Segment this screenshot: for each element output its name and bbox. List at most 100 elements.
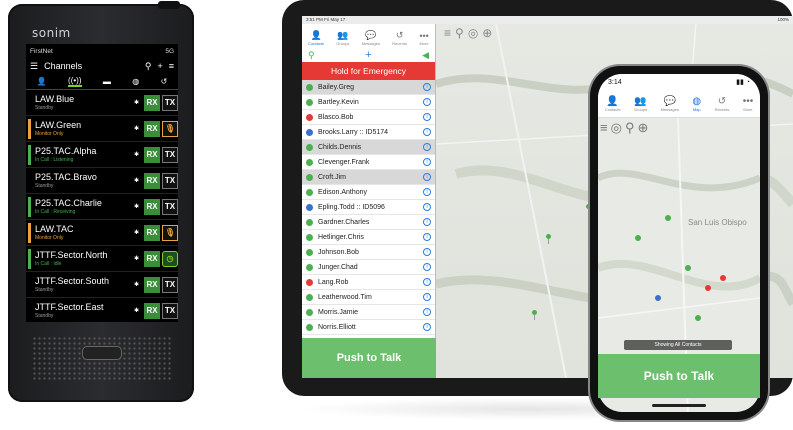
- map-pin[interactable]: [532, 310, 537, 320]
- tab-contacts[interactable]: 👤 Contacts: [308, 30, 324, 46]
- info-icon[interactable]: i: [423, 293, 431, 301]
- center-icon[interactable]: ◎: [468, 26, 478, 40]
- contact-row[interactable]: Norris.Elliott i: [302, 320, 435, 335]
- info-icon[interactable]: i: [423, 308, 431, 316]
- info-icon[interactable]: i: [423, 278, 431, 286]
- rx-button[interactable]: RX: [144, 120, 160, 137]
- zoom-icon[interactable]: ⚲: [455, 26, 464, 40]
- info-icon[interactable]: i: [423, 173, 431, 181]
- search-icon[interactable]: ⚲: [145, 61, 152, 72]
- contact-row[interactable]: Gardner.Charles i: [302, 215, 435, 230]
- info-icon[interactable]: i: [423, 158, 431, 166]
- bus-icon[interactable]: ▬: [103, 77, 111, 86]
- home-button[interactable]: [82, 346, 122, 360]
- ptt-side-button[interactable]: [158, 1, 180, 9]
- map-pin[interactable]: [546, 234, 551, 244]
- tab-recents[interactable]: ↺ Recents: [392, 30, 407, 46]
- center-icon[interactable]: ◎: [611, 120, 622, 136]
- target-icon[interactable]: ⊕: [482, 26, 492, 40]
- contact-row[interactable]: Morris.Jamie i: [302, 305, 435, 320]
- contact-row[interactable]: Brooks.Larry :: ID5174 i: [302, 125, 435, 140]
- filter-icon[interactable]: ≡: [169, 61, 174, 71]
- info-icon[interactable]: i: [423, 98, 431, 106]
- speaker-icon[interactable]: ◀: [422, 50, 429, 61]
- info-icon[interactable]: i: [423, 128, 431, 136]
- rx-button[interactable]: RX: [144, 198, 160, 215]
- rx-button[interactable]: RX: [144, 276, 160, 293]
- location-icon[interactable]: ⚲: [308, 50, 315, 61]
- tx-button[interactable]: ◷: [162, 250, 178, 267]
- channel-row[interactable]: LAW.TAC Monitor Only ✱ RX 🎙: [26, 220, 178, 246]
- push-to-talk-button[interactable]: Push to Talk: [302, 338, 436, 378]
- info-icon[interactable]: i: [423, 203, 431, 211]
- contact-row[interactable]: Epling.Todd :: ID5096 i: [302, 200, 435, 215]
- contact-row[interactable]: Bailey.Greg i: [302, 80, 435, 95]
- contact-row[interactable]: Junger.Chad i: [302, 260, 435, 275]
- channel-status: In Call : Idle: [35, 261, 62, 267]
- info-icon[interactable]: i: [423, 113, 431, 121]
- channel-row[interactable]: P25.TAC.Bravo Standby ✱ RX TX: [26, 168, 178, 194]
- tx-button[interactable]: TX: [162, 276, 178, 293]
- contact-row[interactable]: Blasco.Bob i: [302, 110, 435, 125]
- channel-row[interactable]: P25.TAC.Charlie In Call : Receiving ✱ RX TX: [26, 194, 178, 220]
- add-icon[interactable]: +: [157, 61, 162, 71]
- history-icon[interactable]: ↺: [161, 77, 168, 86]
- tx-button[interactable]: TX: [162, 94, 178, 111]
- phone-tab-contacts[interactable]: 👤 Contacts: [605, 96, 621, 112]
- menu-icon[interactable]: ☰: [30, 61, 38, 72]
- contact-row[interactable]: Bartley.Kevin i: [302, 95, 435, 110]
- phone-tab-groups[interactable]: 👥 Groups: [634, 96, 647, 112]
- phone-tab-map[interactable]: ◍ Map: [692, 96, 701, 112]
- channel-row[interactable]: LAW.Green Monitor Only ✱ RX 🎙: [26, 116, 178, 142]
- contact-row[interactable]: Hetlinger.Chris i: [302, 230, 435, 245]
- contact-row[interactable]: Leatherwood.Tim i: [302, 290, 435, 305]
- channel-row[interactable]: P25.TAC.Alpha In Call : Listening ✱ RX TX: [26, 142, 178, 168]
- tab-groups[interactable]: 👥 Groups: [336, 30, 349, 46]
- channel-row[interactable]: JTTF.Sector.South Standby ✱ RX TX: [26, 272, 178, 298]
- list-icon[interactable]: ≡: [444, 26, 451, 40]
- add-contact-icon[interactable]: +: [365, 49, 371, 61]
- info-icon[interactable]: i: [423, 248, 431, 256]
- contact-row[interactable]: Croft.Jim i: [302, 170, 435, 185]
- contact-row[interactable]: Clevenger.Frank i: [302, 155, 435, 170]
- contact-row[interactable]: Childs.Dennis i: [302, 140, 435, 155]
- phone-tab-messages[interactable]: 💬 Messages: [661, 96, 679, 112]
- info-icon[interactable]: i: [423, 83, 431, 91]
- rx-button[interactable]: RX: [144, 250, 160, 267]
- info-icon[interactable]: i: [423, 188, 431, 196]
- radio-icon[interactable]: ((•)): [68, 76, 82, 87]
- rx-button[interactable]: RX: [144, 172, 160, 189]
- tx-button[interactable]: TX: [162, 198, 178, 215]
- tab-more[interactable]: ••• More: [419, 31, 428, 46]
- tx-button[interactable]: 🎙: [162, 120, 178, 137]
- info-icon[interactable]: i: [423, 143, 431, 151]
- emergency-button[interactable]: Hold for Emergency: [302, 62, 435, 80]
- rx-button[interactable]: RX: [144, 224, 160, 241]
- rx-button[interactable]: RX: [144, 146, 160, 163]
- zoom-icon[interactable]: ⚲: [625, 120, 635, 136]
- tx-button[interactable]: 🎙: [162, 224, 178, 241]
- person-icon[interactable]: 👤: [37, 77, 47, 86]
- tab-messages[interactable]: 💬 Messages: [362, 30, 380, 46]
- tx-button[interactable]: TX: [162, 172, 178, 189]
- rx-button[interactable]: RX: [144, 302, 160, 319]
- target-icon[interactable]: ⊕: [637, 120, 648, 136]
- channel-row[interactable]: JTTF.Sector.East Standby ✱ RX TX: [26, 298, 178, 322]
- phone-push-to-talk-button[interactable]: Push to Talk: [598, 354, 760, 398]
- tx-button[interactable]: TX: [162, 302, 178, 319]
- globe-icon[interactable]: ◍: [132, 77, 139, 86]
- phone-tab-recents[interactable]: ↺ Recents: [715, 96, 730, 112]
- rx-button[interactable]: RX: [144, 94, 160, 111]
- contact-row[interactable]: Johnson.Bob i: [302, 245, 435, 260]
- channel-row[interactable]: LAW.Blue Standby ✱ RX TX: [26, 90, 178, 116]
- info-icon[interactable]: i: [423, 218, 431, 226]
- channel-row[interactable]: JTTF.Sector.North In Call : Idle ✱ RX ◷: [26, 246, 178, 272]
- info-icon[interactable]: i: [423, 263, 431, 271]
- info-icon[interactable]: i: [423, 323, 431, 331]
- phone-tab-more[interactable]: ••• More: [743, 96, 754, 112]
- contact-row[interactable]: Lang.Rob i: [302, 275, 435, 290]
- contact-row[interactable]: Edison.Anthony i: [302, 185, 435, 200]
- tx-button[interactable]: TX: [162, 146, 178, 163]
- info-icon[interactable]: i: [423, 233, 431, 241]
- list-icon[interactable]: ≡: [600, 120, 608, 136]
